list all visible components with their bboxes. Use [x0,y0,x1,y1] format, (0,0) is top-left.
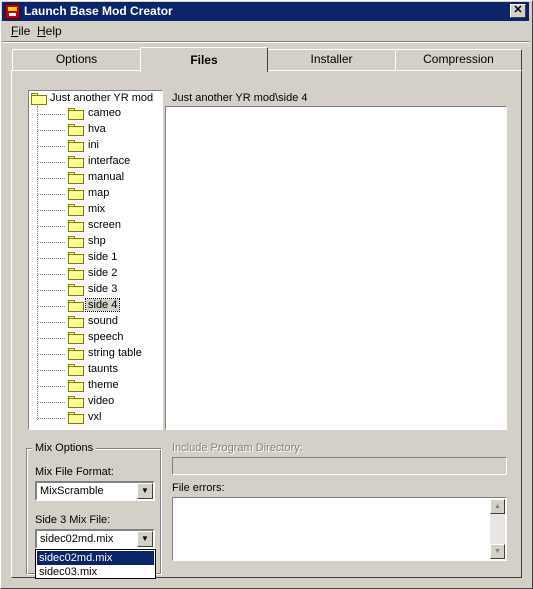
scroll-up-icon[interactable]: ▲ [490,499,505,514]
tree-connector [38,162,65,163]
tree-item-label[interactable]: screen [86,219,123,231]
tab-options[interactable]: Options [12,49,141,70]
side-mix-value: sidec02md.mix [40,533,114,545]
menu-bar: File Help [2,22,529,40]
tree-connector [37,106,38,420]
tree-item-label[interactable]: string table [86,347,144,359]
mix-format-value: MixScramble [40,485,104,497]
folder-icon [68,284,84,296]
file-errors-label: File errors: [172,482,225,494]
tree-root-label[interactable]: Just another YR mod [48,92,155,104]
tree-item-label[interactable]: side 1 [86,251,119,263]
folder-icon [68,396,84,408]
folder-icon [68,156,84,168]
tree-connector [38,178,65,179]
tree-item-label[interactable]: theme [86,379,121,391]
tree-item-label[interactable]: video [86,395,116,407]
folder-icon [68,380,84,392]
folder-icon [68,204,84,216]
tree-connector [38,242,65,243]
current-path-label: Just another YR mod\side 4 [172,92,308,104]
menu-help-rest: elp [45,24,62,38]
tree-item-label[interactable]: speech [86,331,125,343]
menu-help[interactable]: Help [37,24,62,38]
tab-files[interactable]: Files [140,47,268,72]
scroll-down-icon[interactable]: ▼ [490,544,505,559]
file-errors-textarea[interactable]: ▲ ▼ [172,497,507,561]
tree-connector [38,354,65,355]
tree-connector [38,130,65,131]
tree-connector [38,114,65,115]
folder-icon [68,412,84,424]
folder-icon [68,332,84,344]
folder-icon [68,252,84,264]
folder-icon [68,140,84,152]
folder-icon [68,236,84,248]
tree-connector [38,210,65,211]
tree-item-label[interactable]: side 2 [86,267,119,279]
folder-icon [68,316,84,328]
tree-item-label[interactable]: cameo [86,107,123,119]
menu-divider [2,41,529,43]
tree-connector [38,418,65,419]
tree-item-label[interactable]: shp [86,235,108,247]
tree-connector [38,306,65,307]
menu-file-rest: ile [18,24,31,38]
tree-item-label[interactable]: sound [86,315,120,327]
tree-item-label[interactable]: vxl [86,411,103,423]
mix-options-title: Mix Options [32,442,97,454]
menu-help-accel: H [37,24,46,38]
dropdown-option[interactable]: sidec02md.mix [37,551,154,565]
tree-connector [38,194,65,195]
folder-icon [68,124,84,136]
dropdown-option[interactable]: sidec03.mix [37,565,154,579]
tree-item-label[interactable]: mix [86,203,107,215]
tree-connector [38,322,65,323]
scrollbar-track[interactable] [490,514,505,544]
close-button[interactable]: ✕ [510,4,526,18]
folder-icon [68,188,84,200]
include-program-dir-field [172,457,507,475]
app-icon [5,4,20,19]
menu-file[interactable]: File [11,24,30,38]
folder-icon [68,172,84,184]
tree-item-label[interactable]: interface [86,155,132,167]
tree-connector [38,338,65,339]
window-title: Launch Base Mod Creator [24,4,173,18]
title-bar[interactable]: Launch Base Mod Creator ✕ [2,2,529,21]
tree-item-label[interactable]: ini [86,139,101,151]
tree-item-label[interactable]: taunts [86,363,120,375]
tree-connector [38,402,65,403]
chevron-down-icon[interactable]: ▼ [137,531,153,547]
folder-icon [68,108,84,120]
tree-connector [38,146,65,147]
folder-icon [68,300,84,312]
tree-connector [38,290,65,291]
tree-connector [38,370,65,371]
tree-connector [38,258,65,259]
side-mix-select[interactable]: sidec02md.mix ▼ [35,529,155,549]
folder-icon [68,220,84,232]
tree-item-label[interactable]: hva [86,123,108,135]
include-program-dir-label: Include Program Directory: [172,442,303,454]
tree-item-label[interactable]: side 3 [86,283,119,295]
file-list[interactable] [165,106,507,430]
side-mix-label: Side 3 Mix File: [35,514,111,526]
side-mix-dropdown-list[interactable]: sidec02md.mix sidec03.mix [35,549,156,579]
tree-item-label[interactable]: manual [86,171,126,183]
tree-connector [38,226,65,227]
chevron-down-icon[interactable]: ▼ [137,483,153,499]
tree-item-label[interactable]: map [86,187,111,199]
tab-compression[interactable]: Compression [395,49,522,70]
folder-icon [68,364,84,376]
folder-icon [68,348,84,360]
mix-format-label: Mix File Format: [35,466,114,478]
tree-connector [38,386,65,387]
tree-connector [38,274,65,275]
tab-installer[interactable]: Installer [267,49,396,70]
folder-icon [68,268,84,280]
mix-format-select[interactable]: MixScramble ▼ [35,481,155,501]
tree-item-label[interactable]: side 4 [84,298,121,312]
folder-icon [31,93,47,105]
